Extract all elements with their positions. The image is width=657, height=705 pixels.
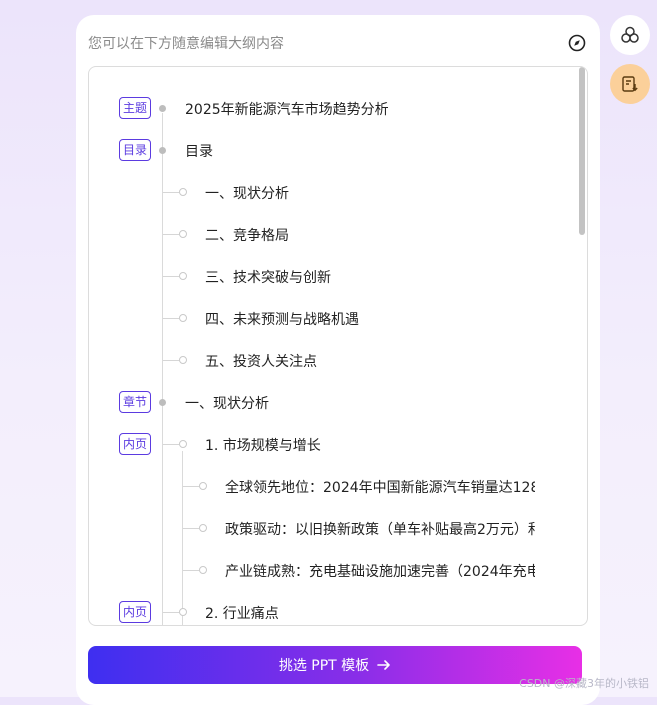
side-button-ai[interactable] [610, 15, 650, 55]
outline-row-toc[interactable]: 目录 目录 [89, 139, 579, 163]
branch-line [163, 612, 179, 613]
node-ring [179, 356, 187, 364]
tag-page: 内页 [119, 601, 152, 623]
branch-line [163, 192, 179, 193]
node-dot [159, 105, 166, 112]
tag-toc: 目录 [119, 139, 152, 161]
branch-line [183, 570, 199, 571]
content-point[interactable]: 全球领先地位：2024年中国新能源汽车销量达1286 [89, 475, 579, 499]
edit-hint: 您可以在下方随意编辑大纲内容 [88, 36, 284, 52]
outline-row-page[interactable]: 内页 1. 市场规模与增长 [89, 433, 579, 457]
toc-item[interactable]: 三、技术突破与创新 [89, 265, 579, 289]
branch-line [163, 360, 179, 361]
content-point[interactable]: 政策驱动：以旧换新政策（单车补贴最高2万元）和 [89, 517, 579, 541]
node-dot [159, 399, 166, 406]
three-circles-icon [621, 26, 639, 43]
node-ring [179, 314, 187, 322]
node-ring [199, 524, 207, 532]
toc-item[interactable]: 五、投资人关注点 [89, 349, 579, 373]
content-point-text[interactable]: 政策驱动：以旧换新政策（单车补贴最高2万元）和 [225, 519, 535, 539]
outline-card: 您可以在下方随意编辑大纲内容 主题 2025年新能源汽车市场趋势分析 目录 目录… [76, 15, 600, 705]
arrow-right-icon [377, 660, 390, 670]
branch-line [183, 528, 199, 529]
node-ring [199, 482, 207, 490]
document-download-icon [622, 76, 638, 92]
scrollbar[interactable] [579, 67, 585, 625]
page-title[interactable]: 1. 市场规模与增长 [205, 435, 321, 455]
chapter-title[interactable]: 一、现状分析 [185, 393, 269, 413]
watermark: CSDN @深藏3年的小铁铝 [519, 677, 649, 690]
toc-item[interactable]: 二、竞争格局 [89, 223, 579, 247]
node-ring [179, 608, 187, 616]
outline-editor[interactable]: 主题 2025年新能源汽车市场趋势分析 目录 目录 一、现状分析 二、竞争格局 … [88, 66, 588, 626]
toc-item-label[interactable]: 一、现状分析 [205, 183, 289, 203]
outline-row-chapter[interactable]: 章节 一、现状分析 [89, 391, 579, 415]
content-point-text[interactable]: 产业链成熟：充电基础设施加速完善（2024年充电 [225, 561, 535, 581]
toc-item-label[interactable]: 三、技术突破与创新 [205, 267, 331, 287]
content-point[interactable]: 产业链成熟：充电基础设施加速完善（2024年充电 [89, 559, 579, 583]
branch-line [163, 234, 179, 235]
cta-label: 挑选 PPT 模板 [278, 658, 370, 674]
content-point-text[interactable]: 全球领先地位：2024年中国新能源汽车销量达1286 [225, 477, 535, 497]
tag-page: 内页 [119, 433, 152, 455]
node-ring [199, 566, 207, 574]
toc-item[interactable]: 四、未来预测与战略机遇 [89, 307, 579, 331]
tag-chapter: 章节 [119, 391, 152, 413]
toc-item[interactable]: 一、现状分析 [89, 181, 579, 205]
branch-line [163, 318, 179, 319]
node-ring [179, 272, 187, 280]
outline-row-theme[interactable]: 主题 2025年新能源汽车市场趋势分析 [89, 97, 579, 121]
compass-icon[interactable] [568, 34, 586, 52]
side-button-outline[interactable] [610, 64, 650, 104]
node-ring [179, 230, 187, 238]
theme-title[interactable]: 2025年新能源汽车市场趋势分析 [185, 99, 389, 119]
outline-row-page[interactable]: 内页 2. 行业痛点 [89, 601, 579, 625]
toc-item-label[interactable]: 五、投资人关注点 [205, 351, 317, 371]
toc-title[interactable]: 目录 [185, 141, 213, 161]
node-ring [179, 188, 187, 196]
branch-line [163, 276, 179, 277]
tag-theme: 主题 [119, 97, 152, 119]
node-ring [179, 440, 187, 448]
toc-item-label[interactable]: 四、未来预测与战略机遇 [205, 309, 359, 329]
toc-item-label[interactable]: 二、竞争格局 [205, 225, 289, 245]
scroll-thumb[interactable] [579, 67, 585, 235]
node-dot [159, 147, 166, 154]
branch-line [163, 444, 179, 445]
select-ppt-template-button[interactable]: 挑选 PPT 模板 [88, 646, 582, 684]
branch-line [183, 486, 199, 487]
page-title[interactable]: 2. 行业痛点 [205, 603, 279, 623]
